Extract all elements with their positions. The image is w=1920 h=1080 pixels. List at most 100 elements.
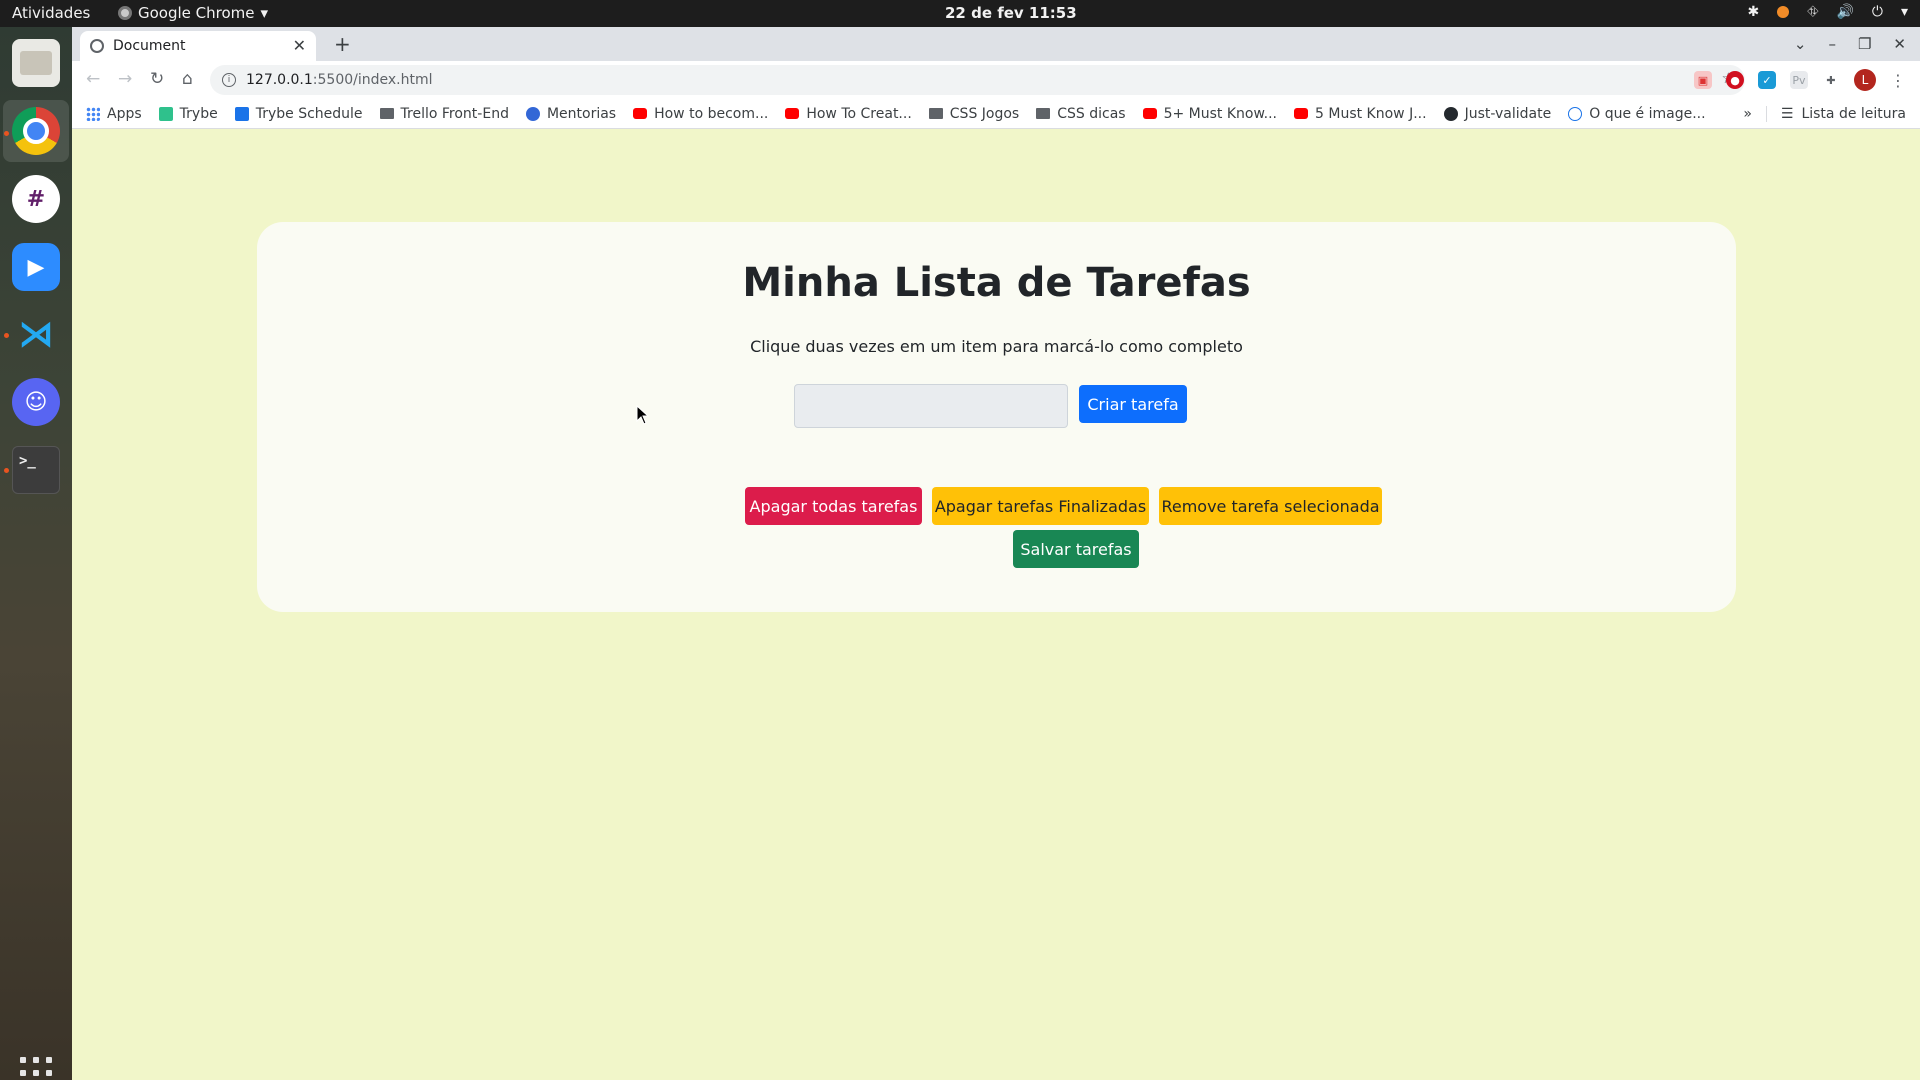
new-tab-button[interactable]: + xyxy=(334,32,351,56)
vscode-icon[interactable]: ⋊ xyxy=(12,310,60,358)
bookmark-item[interactable]: Trybe xyxy=(158,105,218,122)
reading-list-button[interactable]: ☰ Lista de leitura xyxy=(1765,105,1906,122)
folder-icon xyxy=(379,108,394,119)
close-tab-icon[interactable]: ✕ xyxy=(293,36,306,55)
folder-icon xyxy=(928,108,943,119)
bookmark-label: Trybe Schedule xyxy=(255,105,363,122)
app-menu[interactable]: Google Chrome ▾ xyxy=(118,4,268,22)
apps-icon xyxy=(86,106,100,121)
system-tray[interactable]: ✱ ⛗ 🔊 ⏻ ▾ xyxy=(1748,4,1908,20)
back-icon[interactable]: ← xyxy=(86,69,100,89)
system-top-bar: Atividades Google Chrome ▾ 22 de fev 11:… xyxy=(0,0,1920,27)
tab-search-icon[interactable]: ⌄ xyxy=(1794,35,1807,53)
extension-icon[interactable]: ▣ xyxy=(1694,71,1712,89)
yt-icon xyxy=(785,108,800,119)
bookmark-item[interactable]: How To Creat... xyxy=(785,106,912,122)
create-task-button[interactable]: Criar tarefa xyxy=(1079,385,1187,423)
instructions-text: Clique duas vezes em um item para marcá-… xyxy=(750,337,1243,356)
bookmark-item[interactable]: Trello Front-End xyxy=(379,105,509,122)
todo-card: Minha Lista de Tarefas Clique duas vezes… xyxy=(257,222,1736,612)
extensions-row: ▣ ● ✓ Pv ✚ L ⋮ xyxy=(1694,65,1920,95)
caret-down-icon[interactable]: ▾ xyxy=(1901,4,1908,20)
remove-selected-button[interactable]: Remove tarefa selecionada xyxy=(1159,487,1382,525)
power-icon[interactable]: ⏻ xyxy=(1872,4,1883,20)
network-icon[interactable]: ⛗ xyxy=(1807,4,1818,20)
globe-icon xyxy=(90,39,104,53)
gh-icon xyxy=(1443,106,1458,121)
discord-icon[interactable]: ☺ xyxy=(12,378,60,426)
tab-strip: Document ✕ + ⌄ – ❐ ✕ xyxy=(72,27,1920,61)
notification-dot-icon[interactable] xyxy=(1777,6,1790,18)
yt-icon xyxy=(1142,108,1157,119)
browser-toolbar: ← → ↻ ⌂ i 127.0.0.1:5500/index.html ➤ ☆ … xyxy=(72,61,1920,99)
yt-icon xyxy=(633,108,648,119)
clear-all-button[interactable]: Apagar todas tarefas xyxy=(745,487,922,525)
ment-icon xyxy=(525,106,540,121)
task-input[interactable] xyxy=(794,384,1068,428)
address-bar[interactable]: i 127.0.0.1:5500/index.html ➤ ☆ xyxy=(210,65,1745,95)
bookmark-item[interactable]: 5+ Must Know... xyxy=(1142,105,1278,122)
profile-avatar[interactable]: L xyxy=(1854,69,1876,91)
bookmarks-more-button[interactable]: » xyxy=(1743,106,1752,122)
bookmark-label: 5+ Must Know... xyxy=(1163,105,1278,122)
extension-icon[interactable]: ✓ xyxy=(1758,71,1776,89)
activities-button[interactable]: Atividades xyxy=(12,4,90,22)
trybe-icon xyxy=(158,106,173,121)
page-viewport: Minha Lista de Tarefas Clique duas vezes… xyxy=(72,129,1920,1080)
restore-icon[interactable]: ❐ xyxy=(1858,35,1871,53)
page-icon xyxy=(1568,106,1583,121)
save-tasks-button[interactable]: Salvar tarefas xyxy=(1013,530,1139,568)
bookmark-item[interactable]: How to becom... xyxy=(633,106,768,122)
volume-icon[interactable]: 🔊 xyxy=(1836,4,1853,20)
bookmark-item[interactable]: Mentorias xyxy=(525,105,617,122)
site-info-icon[interactable]: i xyxy=(222,73,236,87)
show-applications-icon[interactable] xyxy=(20,1057,52,1080)
bookmark-label: Trybe xyxy=(179,105,218,122)
bookmark-label: CSS dicas xyxy=(1057,105,1126,122)
bookmark-label: 5 Must Know J... xyxy=(1315,105,1427,122)
caret-down-icon: ▾ xyxy=(260,4,269,22)
bookmark-item[interactable]: 5 Must Know J... xyxy=(1294,106,1427,122)
bookmark-label: Just-validate xyxy=(1464,105,1552,122)
clear-completed-button[interactable]: Apagar tarefas Finalizadas xyxy=(932,487,1149,525)
clock[interactable]: 22 de fev 11:53 xyxy=(945,4,1077,22)
zoom-icon[interactable]: ▶ xyxy=(12,243,60,291)
bookmark-item[interactable]: CSS dicas xyxy=(1036,105,1126,122)
pv-extension-icon[interactable]: Pv xyxy=(1790,71,1808,89)
bookmark-item[interactable]: O que é image... xyxy=(1568,106,1706,122)
folder-icon xyxy=(1036,108,1051,119)
bookmark-label: Apps xyxy=(107,105,142,122)
url-host: 127.0.0.1 xyxy=(246,72,313,88)
tab-document[interactable]: Document ✕ xyxy=(80,31,316,61)
slack-icon[interactable]: # xyxy=(12,175,60,223)
url-path: :5500/index.html xyxy=(312,72,433,88)
terminal-icon[interactable]: >_ xyxy=(12,446,60,494)
bookmark-item[interactable]: Just-validate xyxy=(1443,105,1552,122)
running-indicator xyxy=(4,333,9,338)
sched-icon xyxy=(234,106,249,121)
bookmark-item[interactable]: Trybe Schedule xyxy=(234,105,363,122)
bookmark-label: CSS Jogos xyxy=(949,105,1020,122)
tab-title: Document xyxy=(113,38,186,54)
running-indicator xyxy=(4,131,9,136)
close-window-icon[interactable]: ✕ xyxy=(1893,35,1906,53)
bookmark-item[interactable]: Apps xyxy=(86,106,142,122)
slack-tray-icon[interactable]: ✱ xyxy=(1748,4,1760,20)
app-menu-label: Google Chrome xyxy=(138,4,255,22)
puzzle-icon[interactable]: ✚ xyxy=(1822,71,1840,89)
reload-icon[interactable]: ↻ xyxy=(150,69,164,89)
bookmark-label: How to becom... xyxy=(654,105,769,122)
home-icon[interactable]: ⌂ xyxy=(182,69,193,89)
adblock-icon[interactable]: ● xyxy=(1726,71,1744,89)
files-icon[interactable] xyxy=(12,39,60,87)
chrome-icon[interactable] xyxy=(12,107,60,155)
window-controls: ⌄ – ❐ ✕ xyxy=(1794,27,1920,61)
minimize-icon[interactable]: – xyxy=(1828,35,1836,53)
bookmark-label: Trello Front-End xyxy=(400,105,509,122)
more-menu-icon[interactable]: ⋮ xyxy=(1890,71,1906,90)
forward-icon[interactable]: → xyxy=(118,69,132,89)
reading-list-icon: ☰ xyxy=(1780,105,1794,122)
bookmark-label: Mentorias xyxy=(546,105,617,122)
bookmark-item[interactable]: CSS Jogos xyxy=(928,105,1020,122)
page-title: Minha Lista de Tarefas xyxy=(742,260,1251,306)
